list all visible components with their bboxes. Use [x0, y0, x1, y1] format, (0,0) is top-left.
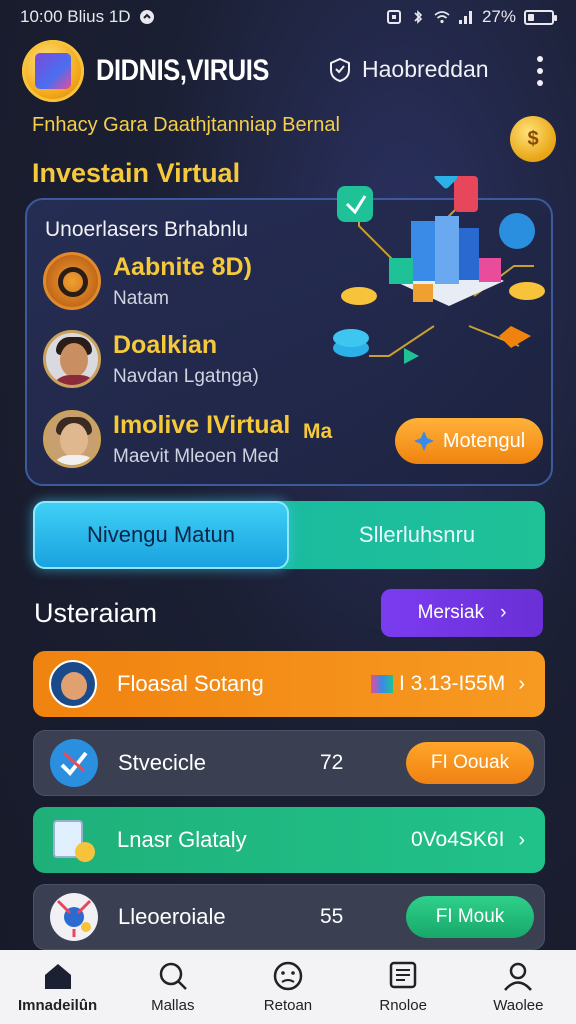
- person-name: Doalkian: [113, 330, 218, 359]
- nav-item-document[interactable]: Rnoloe: [348, 961, 458, 1014]
- person-item[interactable]: Aabnite 8D) Natam: [43, 252, 252, 310]
- profile-icon: [504, 962, 533, 991]
- list-item[interactable]: Lleoeroiale 55 FI Mouk: [33, 884, 545, 950]
- mascot-icon: [49, 660, 97, 708]
- documents-coin-icon: [49, 816, 97, 864]
- header-action[interactable]: Haobreddan: [328, 56, 489, 83]
- star-burst-icon: [50, 893, 98, 941]
- mini-chart-icon: [371, 675, 393, 693]
- list-item-value: 55: [320, 905, 344, 928]
- person-role: Navdan Lgatnga): [113, 365, 259, 387]
- battery-level: [528, 13, 534, 21]
- toggle-option-right[interactable]: Sllerluhsnru: [289, 501, 545, 569]
- more-menu-icon[interactable]: [528, 56, 552, 86]
- nav-label: Mallas: [151, 996, 195, 1014]
- header-action-label: Haobreddan: [362, 56, 489, 82]
- avatar: [43, 410, 101, 468]
- list-item-value: 0Vo4SK6I: [411, 828, 505, 851]
- hero-action-button[interactable]: Motengul: [395, 418, 543, 464]
- list-item-action-label: FI Mouk: [435, 906, 505, 927]
- person-name: Aabnite 8D): [113, 252, 252, 281]
- chart-check-icon: [50, 739, 98, 787]
- chevron-right-icon: ›: [500, 602, 507, 623]
- list-title-button[interactable]: Mersiak ›: [381, 589, 543, 637]
- list-item-label: Floasal Sotang: [117, 671, 264, 696]
- person-item[interactable]: Doalkian Navdan Lgatnga): [43, 330, 259, 388]
- person-role: Natam: [113, 287, 169, 309]
- status-bar: 10:00 Blius 1D 27%: [0, 0, 576, 34]
- nav-label: Imnadeilûn: [18, 996, 98, 1014]
- avatar: [43, 252, 101, 310]
- list-title-button-label: Mersiak: [417, 602, 485, 623]
- app-brand: DIDNIS,VIRUIS: [96, 54, 270, 87]
- network-illustration: [333, 176, 545, 364]
- list-title: Usteraiam: [34, 598, 158, 628]
- status-time: 10:00 Blius 1D: [20, 7, 131, 26]
- person-item[interactable]: Imolive IVirtual Maevit Mleoen Med: [43, 410, 290, 468]
- nav-label: Waolee: [493, 996, 544, 1014]
- hero-button-label: Motengul: [442, 429, 526, 452]
- nav-item-face[interactable]: Retoan: [233, 961, 343, 1014]
- nav-label: Retoan: [263, 996, 313, 1014]
- bluetooth-icon: [414, 10, 423, 24]
- signal-icon: [458, 11, 472, 24]
- nav-item-search[interactable]: Mallas: [118, 961, 228, 1014]
- toggle-option-left[interactable]: Nivengu Matun: [33, 501, 289, 569]
- hero-subtitle: Unoerlasers Brhabnlu: [45, 218, 249, 241]
- list-item-label: Lleoeroiale: [118, 904, 226, 929]
- chevron-right-icon: ›: [518, 672, 525, 695]
- person-name: Imolive IVirtual: [113, 410, 291, 439]
- hero-extra-text: Ma: [303, 420, 333, 443]
- nav-label: Rnoloe: [379, 996, 427, 1014]
- list-item-value: I 3.13-I55M: [399, 672, 506, 695]
- nav-item-profile[interactable]: Waolee: [463, 961, 573, 1014]
- sparkle-icon: [413, 431, 434, 451]
- person-role: Maevit Mleoen Med: [113, 445, 279, 467]
- document-icon: [389, 961, 417, 988]
- hero-card: Unoerlasers Brhabnlu Aabnite 8D) Natam D…: [25, 176, 553, 486]
- list-item[interactable]: Lnasr Glataly 0Vo4SK6I ›: [33, 807, 545, 873]
- list-item-value: 72: [320, 751, 344, 774]
- chevron-right-icon: ›: [518, 828, 525, 851]
- nav-item-home[interactable]: Imnadeilûn: [3, 961, 113, 1014]
- alarm-icon: [386, 10, 401, 24]
- list-item[interactable]: Floasal Sotang I 3.13-I55M ›: [33, 651, 545, 717]
- logo-building-icon: [35, 53, 71, 89]
- shield-icon: [330, 57, 350, 82]
- coin-badge-icon[interactable]: $: [510, 116, 556, 162]
- face-icon: [273, 961, 303, 990]
- list-item-action-label: FI Oouak: [430, 752, 510, 773]
- notification-icon: [139, 10, 154, 24]
- home-icon: [44, 963, 71, 989]
- list-item-action-button[interactable]: FI Oouak: [406, 742, 534, 784]
- list-item[interactable]: Stvecicle 72 FI Oouak: [33, 730, 545, 796]
- section-title: Investain Virtual: [32, 158, 241, 188]
- segmented-toggle: Nivengu Matun Sllerluhsnru: [33, 501, 545, 569]
- app-logo[interactable]: [22, 40, 84, 102]
- list-item-action-button[interactable]: FI Mouk: [406, 896, 534, 938]
- battery-icon: [524, 9, 557, 25]
- app-header: DIDNIS,VIRUIS Haobreddan: [22, 38, 558, 104]
- tagline: Fnhacy Gara Daathjtanniap Bernal: [32, 114, 340, 136]
- list-item-label: Stvecicle: [118, 750, 207, 775]
- avatar: [43, 330, 101, 388]
- battery-percent: 27%: [481, 7, 516, 26]
- list-item-label: Lnasr Glataly: [117, 827, 247, 852]
- bottom-nav: Imnadeilûn Mallas Retoan Rnoloe Waolee: [0, 950, 576, 1024]
- wifi-icon: [434, 11, 450, 24]
- search-icon: [159, 962, 187, 990]
